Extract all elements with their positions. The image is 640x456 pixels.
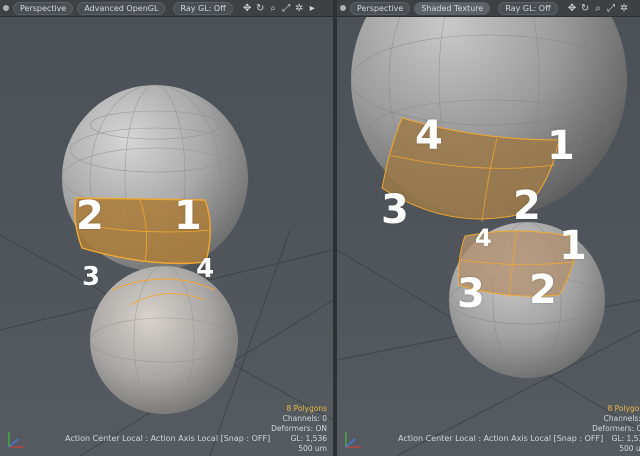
channel-count: Channels: 0	[282, 414, 327, 423]
left-viewport[interactable]: Perspective Advanced OpenGL Ray GL: Off …	[0, 0, 333, 456]
shading-mode-button[interactable]: Shaded Texture	[414, 1, 491, 15]
gear-icon[interactable]: ✲	[293, 2, 306, 15]
left-3d-scene[interactable]	[0, 0, 333, 456]
shading-mode-button[interactable]: Advanced OpenGL	[77, 1, 166, 15]
zoom-view-icon[interactable]: ⌕	[592, 2, 605, 15]
lower-sphere	[89, 265, 239, 415]
vertex-number-3: 3	[381, 187, 409, 233]
polygon-count: 8 Polygons	[286, 404, 327, 413]
gear-icon[interactable]: ✲	[618, 2, 631, 15]
rotate-view-icon[interactable]: ↻	[254, 2, 267, 15]
vertex-number-4-lower: 4	[475, 224, 492, 252]
expand-arrow-icon[interactable]: ▸	[306, 2, 319, 15]
vertex-number-3-lower: 3	[457, 271, 485, 317]
right-viewport-toolbar: Perspective Shaded Texture Ray GL: Off ✥…	[337, 0, 640, 17]
viewport-menu-dot-icon[interactable]	[3, 5, 9, 11]
gl-count: GL: 1,536	[611, 434, 640, 443]
ray-gl-button[interactable]: Ray GL: Off	[498, 1, 558, 15]
zoom-view-icon[interactable]: ⌕	[267, 2, 280, 15]
left-viewport-toolbar: Perspective Advanced OpenGL Ray GL: Off …	[0, 0, 333, 17]
action-center-status: Action Center Local : Action Axis Local …	[65, 434, 271, 443]
channel-count: Channels: 0	[603, 414, 640, 423]
deformer-status: Deformers: ON	[271, 424, 327, 433]
viewport-info: 8 Polygons Channels: 0 Deformers: ON GL:…	[271, 404, 327, 454]
vertex-number-4: 4	[196, 254, 215, 284]
deformer-status: Deformers: ON	[592, 424, 640, 433]
vertex-number-2-lower: 2	[529, 267, 557, 313]
axis-gizmo-icon	[8, 432, 24, 448]
view-type-button[interactable]: Perspective	[13, 1, 74, 15]
polygon-count: 8 Polygons	[607, 404, 640, 413]
vertex-number-4: 4	[415, 113, 443, 159]
move-view-icon[interactable]: ✥	[241, 2, 254, 15]
fit-view-icon[interactable]: ⤢	[605, 2, 618, 15]
ray-gl-button[interactable]: Ray GL: Off	[173, 1, 233, 15]
rotate-view-icon[interactable]: ↻	[579, 2, 592, 15]
vertex-number-1: 1	[174, 193, 202, 239]
gl-count: GL: 1,536	[290, 434, 327, 443]
viewport-info: 8 Polygons Channels: 0 Deformers: ON GL:…	[592, 404, 640, 454]
vertex-number-1-lower: 1	[559, 223, 587, 269]
action-center-status: Action Center Local : Action Axis Local …	[398, 434, 604, 443]
vertex-number-2: 2	[513, 183, 541, 229]
right-viewport[interactable]: Perspective Shaded Texture Ray GL: Off ✥…	[337, 0, 640, 456]
viewport-menu-dot-icon[interactable]	[340, 5, 346, 11]
unit-scale: 500 um	[298, 444, 327, 453]
vertex-number-1: 1	[547, 123, 575, 169]
view-type-button[interactable]: Perspective	[350, 1, 411, 15]
axis-gizmo-icon	[345, 432, 361, 448]
move-view-icon[interactable]: ✥	[566, 2, 579, 15]
vertex-number-3: 3	[82, 262, 101, 292]
unit-scale: 500 um	[619, 444, 640, 453]
vertex-number-2: 2	[76, 193, 104, 239]
fit-view-icon[interactable]: ⤢	[280, 2, 293, 15]
